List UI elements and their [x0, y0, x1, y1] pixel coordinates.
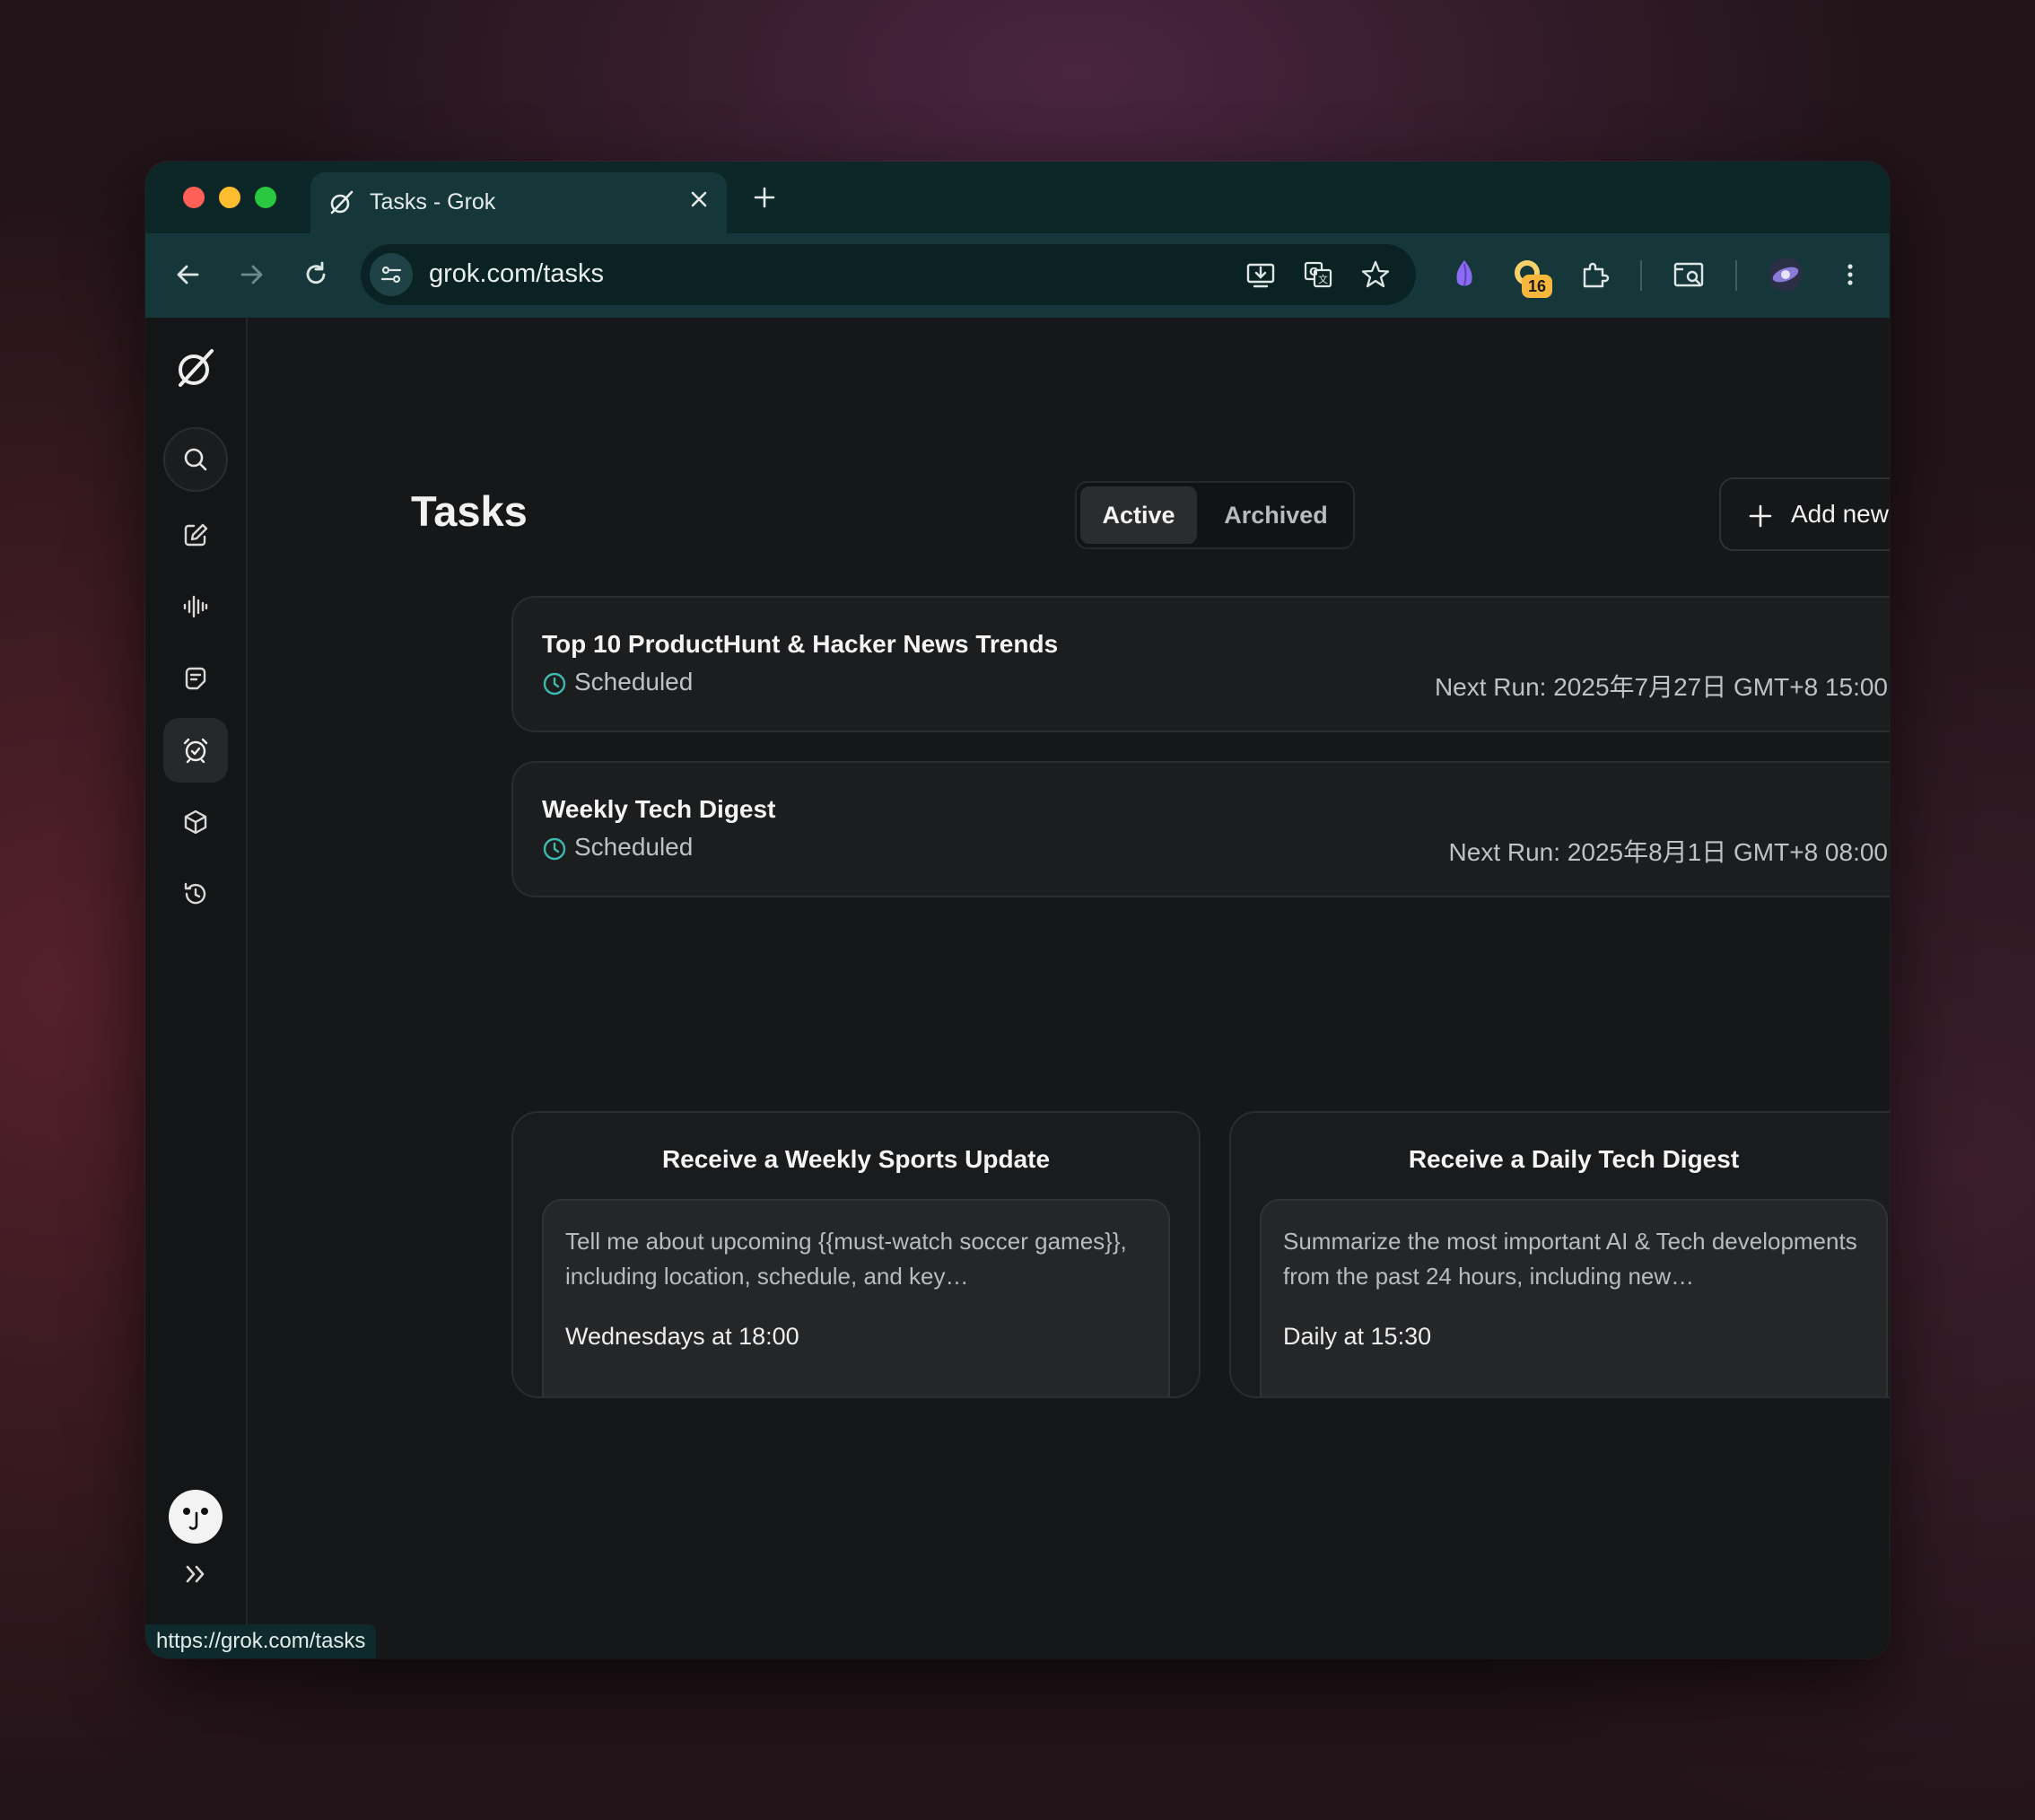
site-info-button[interactable]: [370, 253, 413, 296]
task-card[interactable]: Weekly Tech Digest Scheduled Next Run: 2…: [511, 761, 1890, 897]
waveform-icon: [183, 595, 208, 618]
purple-extension-icon[interactable]: [1445, 255, 1484, 294]
reload-icon[interactable]: [298, 257, 334, 293]
add-new-button[interactable]: Add new: [1719, 477, 1890, 551]
close-tab-icon[interactable]: [686, 186, 712, 213]
add-new-label: Add new: [1791, 500, 1889, 528]
suggestion-preview: Summarize the most important AI & Tech d…: [1260, 1199, 1888, 1396]
suggestion-title: Receive a Weekly Sports Update: [661, 1145, 1051, 1173]
clock-icon: [543, 672, 566, 696]
cube-icon: [184, 809, 207, 835]
task-status-label: Scheduled: [574, 833, 694, 861]
task-title: Top 10 ProductHunt & Hacker News Trends: [542, 630, 1059, 658]
sidebar-item-history[interactable]: [163, 862, 228, 926]
task-card[interactable]: Top 10 ProductHunt & Hacker News Trends …: [511, 596, 1890, 732]
browser-menu-icon[interactable]: [1832, 257, 1868, 293]
bookmark-star-icon[interactable]: [1358, 258, 1393, 292]
suggestion-card-sports[interactable]: Receive a Weekly Sports Update Tell me a…: [511, 1111, 1201, 1398]
extension-badge: 16: [1522, 275, 1552, 298]
page-title: Tasks: [411, 487, 528, 535]
suggestion-prompt: Tell me about upcoming {{must-watch socc…: [565, 1228, 1127, 1290]
url-text[interactable]: grok.com/tasks: [429, 259, 604, 289]
svg-text:G: G: [1309, 266, 1318, 278]
tasks-filter-tabs: Active Archived: [1075, 481, 1355, 549]
plus-icon: [1749, 504, 1772, 528]
extensions-puzzle-icon[interactable]: [1577, 257, 1613, 293]
tab-archived[interactable]: Archived: [1201, 486, 1351, 544]
tab-search-icon[interactable]: [1671, 257, 1707, 293]
edit-icon: [184, 523, 208, 547]
back-icon[interactable]: [170, 257, 206, 293]
user-avatar[interactable]: [169, 1490, 223, 1544]
sidebar-item-files[interactable]: [163, 646, 228, 711]
forward-icon[interactable]: [233, 257, 269, 293]
page-content: https://grok.com/tasks Tasks Active Arch…: [145, 318, 1890, 1658]
toolbar-separator: [1735, 260, 1737, 291]
browser-toolbar: grok.com/tasks G 文 16: [145, 233, 1890, 318]
tab-title: Tasks - Grok: [370, 189, 496, 214]
close-window-button[interactable]: [183, 187, 205, 208]
sidebar-item-voice[interactable]: [163, 574, 228, 639]
suggestion-preview: Tell me about upcoming {{must-watch socc…: [542, 1199, 1170, 1396]
clock-icon: [543, 837, 566, 861]
sidebar: https://grok.com/tasks: [145, 318, 377, 1658]
sidebar-item-new-chat[interactable]: [163, 503, 228, 567]
browser-window: Tasks - Grok grok.com/tasks G 文 16 https…: [145, 162, 1890, 1658]
suggestion-schedule: Wednesdays at 18:00: [565, 1323, 799, 1350]
task-status-label: Scheduled: [574, 668, 694, 696]
new-tab-icon[interactable]: [750, 183, 779, 212]
alarm-clock-icon: [183, 738, 208, 764]
note-icon: [185, 667, 206, 690]
tasks-main: Tasks Active Archived Add new Top 10 Pro…: [246, 318, 1890, 1658]
sidebar-item-search[interactable]: [163, 427, 228, 492]
task-next-run: Next Run: 2025年7月27日 GMT+8 15:00: [1434, 673, 1888, 701]
profile-avatar-icon[interactable]: [1766, 255, 1805, 294]
tune-icon: [380, 266, 402, 284]
minimize-window-button[interactable]: [219, 187, 240, 208]
toolbar-separator: [1640, 260, 1642, 291]
search-icon: [184, 448, 207, 471]
history-icon: [184, 882, 206, 905]
task-title: Weekly Tech Digest: [542, 795, 776, 823]
expand-sidebar-icon[interactable]: [179, 1558, 212, 1590]
svg-text:文: 文: [1318, 273, 1328, 285]
suggestion-schedule: Daily at 15:30: [1283, 1323, 1432, 1350]
face-avatar-icon: [183, 1508, 208, 1530]
task-next-run: Next Run: 2025年8月1日 GMT+8 08:00: [1448, 838, 1888, 866]
grok-logo-icon: [330, 190, 354, 214]
tab-tasks-grok[interactable]: Tasks - Grok: [310, 172, 727, 233]
tab-active[interactable]: Active: [1080, 486, 1197, 544]
sidebar-item-tasks[interactable]: [163, 718, 228, 783]
grok-logo-icon[interactable]: [172, 345, 219, 391]
tab-bar: Tasks - Grok: [145, 162, 1890, 233]
suggestion-card-tech[interactable]: Receive a Daily Tech Digest Summarize th…: [1229, 1111, 1890, 1398]
sidebar-item-projects[interactable]: [163, 790, 228, 854]
translate-icon[interactable]: G 文: [1301, 258, 1335, 292]
address-bar[interactable]: grok.com/tasks G 文: [361, 244, 1416, 305]
suggestion-prompt: Summarize the most important AI & Tech d…: [1283, 1228, 1857, 1290]
maximize-window-button[interactable]: [255, 187, 276, 208]
install-app-icon[interactable]: [1244, 258, 1278, 292]
suggestion-title: Receive a Daily Tech Digest: [1408, 1145, 1740, 1173]
